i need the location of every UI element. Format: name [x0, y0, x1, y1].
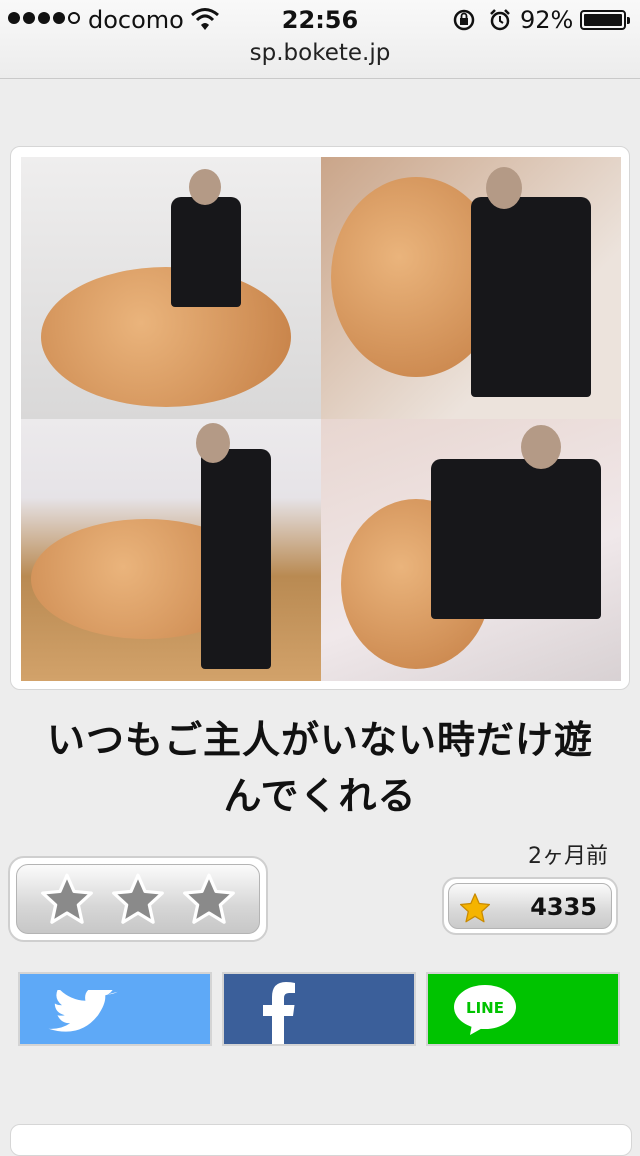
caption-line: んでくれる	[223, 774, 417, 818]
facebook-f-icon	[263, 982, 295, 1044]
status-bar: docomo 22:56 92%	[0, 0, 640, 40]
post-image[interactable]	[21, 157, 621, 681]
alarm-icon	[490, 9, 510, 31]
post-image-card	[10, 146, 630, 690]
share-line-button[interactable]: LINE	[426, 972, 620, 1046]
url-bar[interactable]: sp.bokete.jp	[0, 40, 640, 66]
star-rate-button-1[interactable]	[40, 872, 94, 926]
line-logo-icon: LINE	[454, 985, 516, 1035]
posted-time: 2ヶ月前	[528, 844, 608, 869]
gold-star-icon	[459, 893, 491, 923]
rotation-lock-icon	[453, 9, 475, 31]
caption-line: いつもご主人がいない時だけ遊	[46, 718, 593, 762]
battery-icon	[580, 10, 630, 30]
photo-tile	[21, 419, 321, 681]
post-caption: いつもご主人がいない時だけ遊 んでくれる	[20, 712, 620, 824]
photo-tile	[21, 157, 321, 419]
star-rate-button-2[interactable]	[111, 872, 165, 926]
share-twitter-button[interactable]	[18, 972, 212, 1046]
star-count: 4335	[530, 893, 597, 921]
twitter-bird-icon	[48, 990, 118, 1032]
star-count-badge: 4335	[442, 877, 618, 935]
photo-tile	[321, 419, 621, 681]
photo-tile	[321, 157, 621, 419]
next-post-card	[10, 1124, 632, 1156]
browser-chrome: docomo 22:56 92% sp.bokete.jp	[0, 0, 640, 79]
rating-control[interactable]	[8, 856, 268, 942]
share-facebook-button[interactable]	[222, 972, 416, 1046]
line-label: LINE	[466, 999, 504, 1017]
battery-percent: 92%	[520, 6, 574, 34]
star-rate-button-3[interactable]	[182, 872, 236, 926]
